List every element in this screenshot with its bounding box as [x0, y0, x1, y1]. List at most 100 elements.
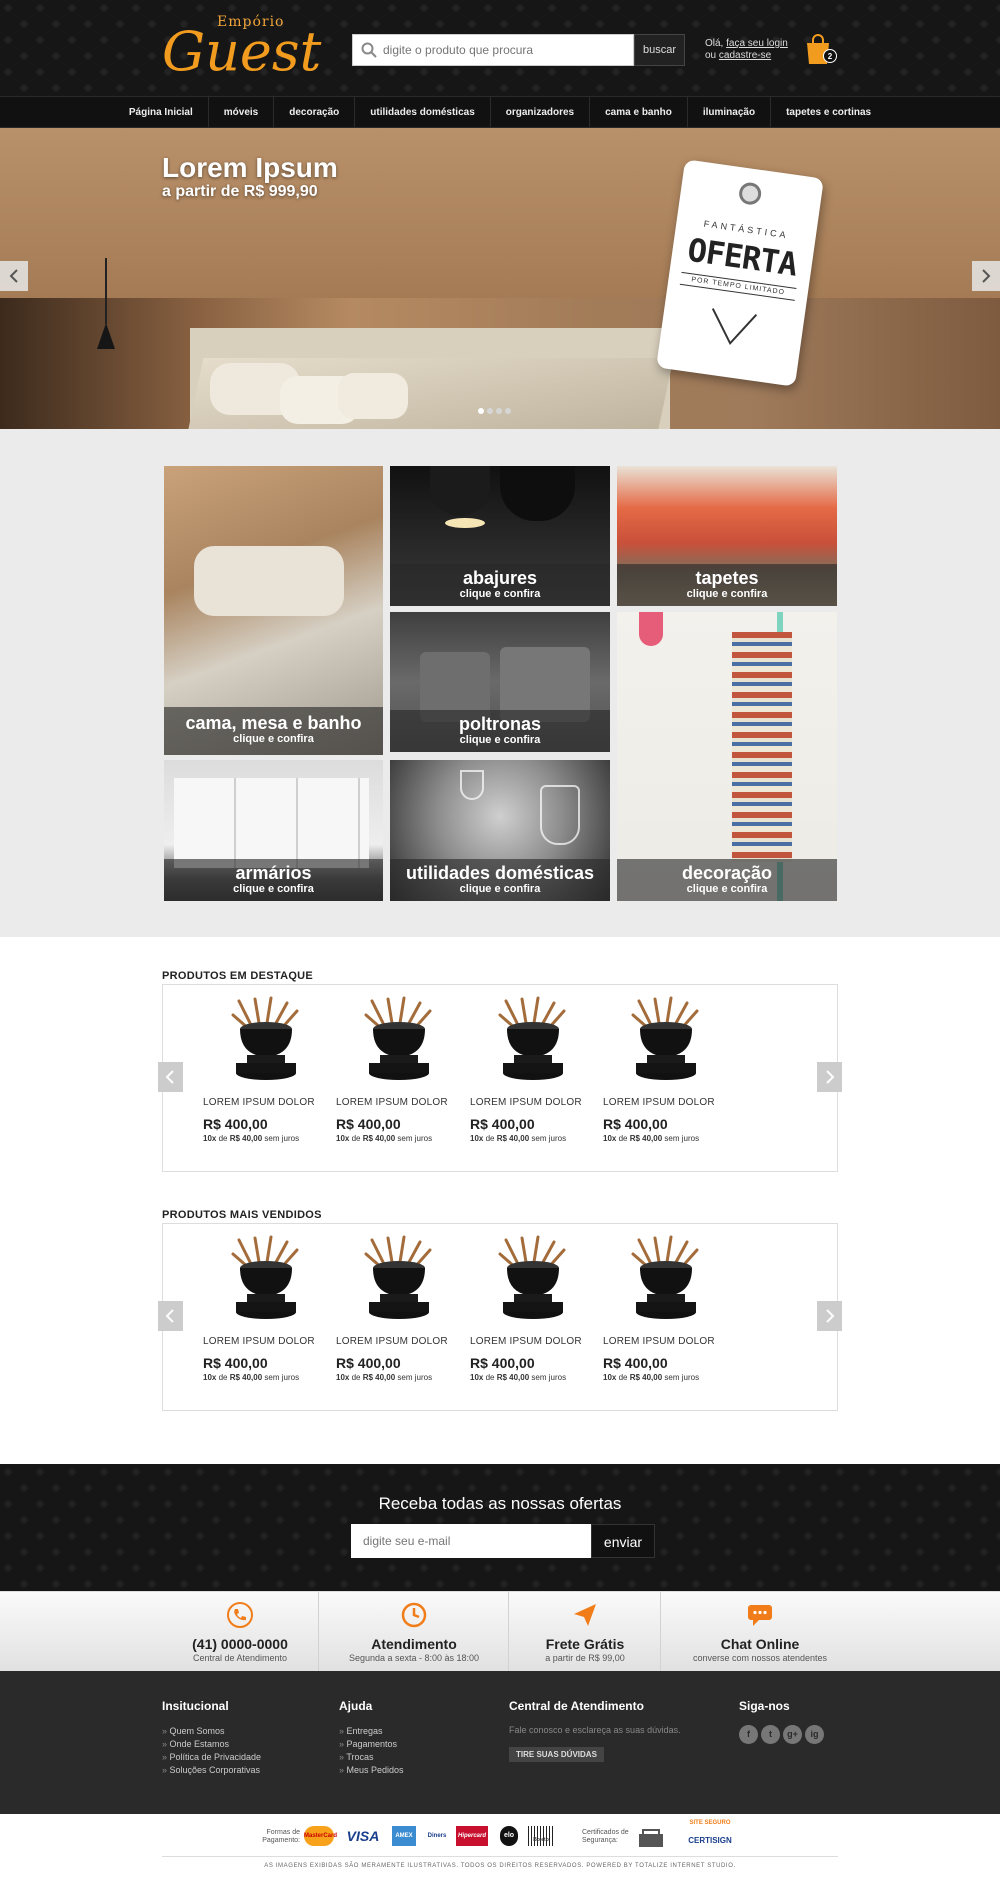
feature-chat[interactable]: Chat Online converse com nossos atendent…: [662, 1592, 858, 1672]
product-image[interactable]: [488, 995, 578, 1085]
product-image[interactable]: [354, 995, 444, 1085]
footer-central: Central de Atendimento Fale conosco e es…: [509, 1699, 681, 1762]
search-button[interactable]: buscar: [634, 34, 685, 66]
google-plus-icon[interactable]: g+: [783, 1725, 802, 1744]
carousel-next-button[interactable]: [817, 1062, 842, 1092]
footer-link[interactable]: Política de Privacidade: [162, 1751, 262, 1764]
footer-link[interactable]: Soluções Corporativas: [162, 1764, 261, 1777]
product-image[interactable]: [221, 995, 311, 1085]
footer-link[interactable]: Trocas: [339, 1751, 404, 1764]
logo[interactable]: Empório Guest: [162, 14, 321, 88]
category-cta: clique e confira: [459, 734, 541, 746]
footer-ajuda: Ajuda Entregas Pagamentos Trocas Meus Pe…: [339, 1699, 404, 1777]
carousel-next-button[interactable]: [817, 1301, 842, 1331]
category-tile-utilidades[interactable]: utilidades domésticas clique e confira: [390, 760, 610, 901]
category-tile-poltronas[interactable]: poltronas clique e confira: [390, 612, 610, 752]
cart-button[interactable]: 2: [805, 34, 837, 68]
product-card[interactable]: LOREM IPSUM DOLOR R$ 400,00 10x de R$ 40,0…: [203, 995, 323, 1143]
product-name[interactable]: LOREM IPSUM DOLOR: [603, 1097, 723, 1108]
slide-dot[interactable]: [478, 408, 484, 414]
inst-count: 10x: [470, 1134, 484, 1143]
category-tile-decoracao[interactable]: decoração clique e confira: [617, 612, 837, 901]
product-card[interactable]: LOREM IPSUM DOLOR R$ 400,00 10x de R$ 40,0…: [336, 995, 456, 1143]
footer-link[interactable]: Pagamentos: [339, 1738, 404, 1751]
product-price: R$ 400,00: [470, 1116, 535, 1132]
product-card[interactable]: LOREM IPSUM DOLOR R$ 400,00 10x de R$ 40,0…: [470, 1234, 590, 1382]
product-card[interactable]: LOREM IPSUM DOLOR R$ 400,00 10x de R$ 40,0…: [336, 1234, 456, 1382]
login-greeting: Olá,: [705, 38, 727, 49]
slide-dot[interactable]: [505, 408, 511, 414]
product-name[interactable]: LOREM IPSUM DOLOR: [203, 1097, 323, 1108]
product-carousel: LOREM IPSUM DOLOR R$ 400,00 10x de R$ 40,0…: [158, 984, 842, 1172]
product-name[interactable]: LOREM IPSUM DOLOR: [336, 1336, 456, 1347]
search-input[interactable]: [383, 35, 631, 65]
feature-hours: Atendimento Segunda a sexta - 8:00 às 18…: [320, 1592, 509, 1672]
product-price: R$ 400,00: [470, 1355, 535, 1371]
footer-link[interactable]: Entregas: [339, 1725, 404, 1738]
featured-section: PRODUTOS EM DESTAQUE LOREM IPSUM DOLOR R$…: [158, 970, 842, 1172]
product-image[interactable]: [221, 1234, 311, 1324]
product-name[interactable]: LOREM IPSUM DOLOR: [203, 1336, 323, 1347]
footer-link[interactable]: Meus Pedidos: [339, 1764, 404, 1777]
bestsellers-section: PRODUTOS MAIS VENDIDOS LOREM IPSUM DOLOR…: [158, 1209, 842, 1411]
site-header: Empório Guest buscar Olá, faça seu login…: [0, 0, 1000, 96]
product-image[interactable]: [488, 1234, 578, 1324]
help-button[interactable]: TIRE SUAS DÚVIDAS: [509, 1747, 604, 1762]
nav-item-utilidades[interactable]: utilidades domésticas: [355, 97, 491, 129]
chevron-left-icon: [9, 269, 18, 283]
carousel-prev-button[interactable]: [158, 1062, 183, 1092]
product-name[interactable]: LOREM IPSUM DOLOR: [603, 1336, 723, 1347]
product-card[interactable]: LOREM IPSUM DOLOR R$ 400,00 10x de R$ 40,0…: [470, 995, 590, 1143]
product-image[interactable]: [621, 1234, 711, 1324]
email-input[interactable]: [351, 1524, 591, 1558]
login-link[interactable]: faça seu login: [726, 38, 788, 49]
newsletter-submit-button[interactable]: enviar: [591, 1524, 655, 1558]
slide-dot[interactable]: [487, 408, 493, 414]
category-tile-armarios[interactable]: armários clique e confira: [164, 760, 383, 901]
feature-sub: Central de Atendimento: [192, 1653, 288, 1663]
section-title: PRODUTOS EM DESTAQUE: [162, 970, 314, 982]
nav-item-iluminacao[interactable]: iluminação: [688, 97, 772, 129]
carousel-prev-button[interactable]: [158, 1301, 183, 1331]
nav-item-organizadores[interactable]: organizadores: [491, 97, 591, 129]
product-card[interactable]: LOREM IPSUM DOLOR R$ 400,00 10x de R$ 40,0…: [603, 1234, 723, 1382]
inst-de: de: [349, 1134, 363, 1143]
footer-link[interactable]: Onde Estamos: [162, 1738, 261, 1751]
login-area: Olá, faça seu login ou cadastre-se: [705, 38, 788, 62]
hero-next-button[interactable]: [972, 261, 1000, 291]
hero-banner[interactable]: Lorem Ipsum a partir de R$ 999,90 FANTÁS…: [0, 128, 1000, 429]
product-installments: 10x de R$ 40,00 sem juros: [470, 1134, 590, 1143]
category-tile-tapetes[interactable]: tapetes clique e confira: [617, 466, 837, 606]
product-price: R$ 400,00: [603, 1355, 668, 1371]
product-image[interactable]: [621, 995, 711, 1085]
tile-caption: abajures clique e confira: [390, 564, 610, 606]
nav-item-moveis[interactable]: móveis: [209, 97, 275, 129]
footer-link[interactable]: Quem Somos: [162, 1725, 261, 1738]
signup-link[interactable]: cadastre-se: [719, 50, 771, 61]
facebook-icon[interactable]: f: [739, 1725, 758, 1744]
product-card[interactable]: LOREM IPSUM DOLOR R$ 400,00 10x de R$ 40,0…: [203, 1234, 323, 1382]
nav-item-home[interactable]: Página Inicial: [114, 97, 209, 129]
nav-item-decoracao[interactable]: decoração: [274, 97, 356, 129]
category-title: cama, mesa e banho: [185, 713, 362, 733]
twitter-icon[interactable]: t: [761, 1725, 780, 1744]
product-installments: 10x de R$ 40,00 sem juros: [336, 1373, 456, 1382]
product-price: R$ 400,00: [203, 1355, 268, 1371]
product-card[interactable]: LOREM IPSUM DOLOR R$ 400,00 10x de R$ 40,0…: [603, 995, 723, 1143]
chevron-right-icon: [982, 269, 991, 283]
category-tile-abajures[interactable]: abajures clique e confira: [390, 466, 610, 606]
slide-dot[interactable]: [496, 408, 502, 414]
inst-value: R$ 40,00: [629, 1373, 663, 1382]
product-installments: 10x de R$ 40,00 sem juros: [336, 1134, 456, 1143]
hero-prev-button[interactable]: [0, 261, 28, 291]
mastercard-icon: MasterCard: [304, 1826, 337, 1846]
category-tile-cama[interactable]: cama, mesa e banho clique e confira: [164, 466, 383, 755]
product-name[interactable]: LOREM IPSUM DOLOR: [470, 1336, 590, 1347]
product-image[interactable]: [354, 1234, 444, 1324]
instagram-icon[interactable]: ig: [805, 1725, 824, 1744]
nav-item-cama-banho[interactable]: cama e banho: [590, 97, 688, 129]
product-name[interactable]: LOREM IPSUM DOLOR: [336, 1097, 456, 1108]
product-name[interactable]: LOREM IPSUM DOLOR: [470, 1097, 590, 1108]
nav-item-tapetes[interactable]: tapetes e cortinas: [771, 97, 886, 129]
bottom-bar: Formas de Pagamento: MasterCard VISA AME…: [0, 1814, 1000, 1884]
